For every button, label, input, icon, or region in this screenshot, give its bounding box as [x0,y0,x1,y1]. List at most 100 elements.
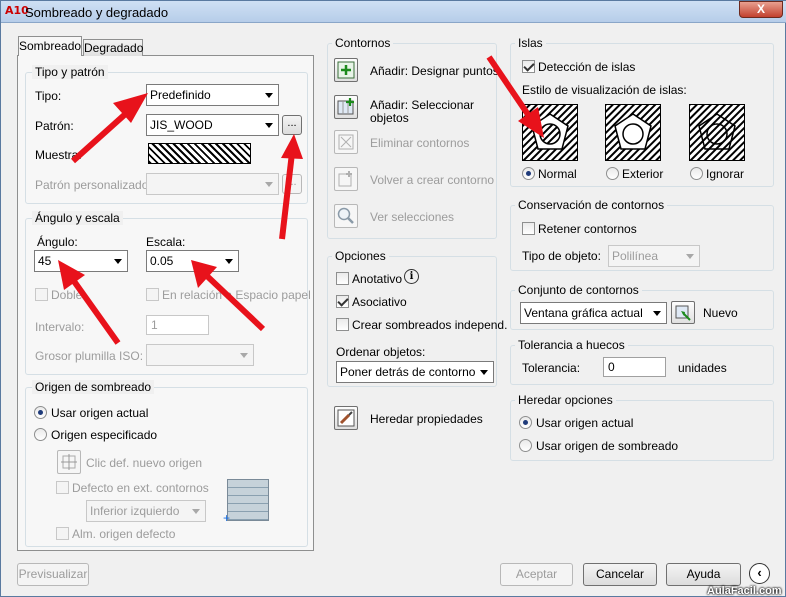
volver-crear-contorno-button[interactable] [334,167,358,191]
nuevo-conjunto-button[interactable] [671,301,695,324]
ordenar-objetos-dropdown[interactable]: Poner detrás de contorno [336,361,494,383]
chevron-down-icon [192,509,200,514]
chevron-down-icon [480,370,488,375]
origen-especificado-label: Origen especificado [51,428,158,442]
origen-legend: Origen de sombreado [32,380,155,394]
tab-sombreado[interactable]: Sombreado [18,36,82,56]
contornos-legend: Contornos [332,36,394,50]
escala-value: 0.05 [150,254,174,268]
grosor-plumilla-dropdown[interactable] [146,344,254,366]
relacion-espacio-papel-checkbox[interactable] [146,288,159,301]
clic-nuevo-origen-button[interactable] [57,450,81,474]
conjunto-legend: Conjunto de contornos [515,283,642,297]
tab-degradado[interactable]: Degradado [83,39,143,56]
opciones-legend: Opciones [332,249,389,263]
island-normal-radio[interactable] [522,167,535,180]
defecto-ext-contornos-checkbox[interactable] [56,481,69,494]
doble-label: Doble [51,288,83,302]
island-style-normal-preview[interactable] [522,104,578,161]
patron-label: Patrón: [35,119,74,133]
asociativo-checkbox[interactable] [336,295,349,308]
patron-browse-button[interactable]: ... [282,115,302,135]
cancelar-button[interactable]: Cancelar [583,563,657,586]
ignore-island-icon [689,104,745,161]
ver-selecciones-button[interactable] [334,204,358,228]
tab-sombreado-label: Sombreado [19,39,82,53]
add-pick-points-icon [337,61,355,79]
volver-crear-contorno-label: Volver a crear contorno [370,173,495,187]
collapse-options-button[interactable]: ‹ [749,563,770,584]
heredar-propiedades-label[interactable]: Heredar propiedades [370,412,483,426]
chevron-down-icon [653,311,661,316]
patron-personalizado-label: Patrón personalizado: [35,178,152,192]
conjunto-dropdown[interactable]: Ventana gráfica actual [520,302,667,324]
clic-nuevo-origen-label: Clic def. nuevo origen [86,456,203,470]
usar-origen-actual-radio[interactable] [34,406,47,419]
estilo-visualizacion-label: Estilo de visualización de islas: [522,83,687,97]
island-normal-label: Normal [538,167,577,181]
tolerancia-value: 0 [608,360,615,374]
eliminar-contornos-button[interactable] [334,130,358,154]
origin-pick-icon [61,454,77,470]
aceptar-label: Aceptar [515,567,558,581]
island-exterior-label: Exterior [622,167,664,181]
conjunto-value: Ventana gráfica actual [524,306,643,320]
exterior-island-icon [605,104,661,161]
tipo-objeto-dropdown[interactable]: Polilínea [608,245,700,267]
island-style-ignorar-preview[interactable] [689,104,745,161]
origen-especificado-radio[interactable] [34,428,47,441]
muestra-swatch[interactable] [148,143,251,164]
previsualizar-button[interactable]: Previsualizar [17,563,89,586]
ayuda-label: Ayuda [686,567,721,581]
add-select-objects-icon [337,98,354,115]
usar-origen-actual-label: Usar origen actual [51,406,149,420]
anadir-seleccionar-objetos-label[interactable]: Añadir: Seleccionar objetos [370,99,475,125]
remove-boundaries-icon [338,134,354,150]
muestra-label: Muestra: [35,148,82,162]
retener-contornos-checkbox[interactable] [522,222,535,235]
unidades-label: unidades [678,361,727,375]
tipo-objeto-label: Tipo de objeto: [522,249,601,263]
deteccion-islas-checkbox[interactable] [522,60,535,73]
inferior-izquierdo-dropdown[interactable]: Inferior izquierdo [86,500,206,522]
angulo-dropdown[interactable]: 45 [34,250,128,272]
anadir-designar-puntos-label[interactable]: Añadir: Designar puntos [370,64,499,78]
intervalo-value: 1 [151,318,158,332]
chevron-down-icon [225,259,233,264]
patron-personalizado-dropdown[interactable] [146,173,279,195]
crear-sombreados-independ-checkbox[interactable] [336,318,349,331]
anadir-seleccionar-objetos-button[interactable] [334,95,358,119]
heredar-usar-origen-actual-label: Usar origen actual [536,416,634,430]
ver-selecciones-label: Ver selecciones [370,210,455,224]
origin-preview-image [227,479,269,521]
intervalo-input[interactable]: 1 [146,315,209,335]
intervalo-label: Intervalo: [35,320,85,334]
asociativo-label: Asociativo [352,295,407,309]
window-title: Sombreado y degradado [25,5,169,20]
angulo-label: Ángulo: [37,235,78,249]
island-style-exterior-preview[interactable] [605,104,661,161]
anotativo-label: Anotativo [352,272,403,286]
alm-origen-defecto-checkbox[interactable] [56,527,69,540]
aceptar-button[interactable]: Aceptar [500,563,573,586]
heredar-propiedades-button[interactable] [334,406,358,430]
islas-legend: Islas [515,36,546,50]
island-exterior-radio[interactable] [606,167,619,180]
island-ignorar-radio[interactable] [690,167,703,180]
heredar-usar-origen-sombreado-radio[interactable] [519,439,532,452]
patron-personalizado-browse-button[interactable]: ... [282,174,302,194]
anadir-designar-puntos-button[interactable] [334,58,358,82]
chevron-down-icon [114,259,122,264]
doble-checkbox[interactable] [35,288,48,301]
patron-dropdown[interactable]: JIS_WOOD [146,114,279,136]
anotativo-checkbox[interactable] [336,272,349,285]
close-button[interactable]: X [739,1,783,18]
ayuda-button[interactable]: Ayuda [666,563,741,586]
escala-dropdown[interactable]: 0.05 [146,250,239,272]
tipo-patron-legend: Tipo y patrón [32,65,108,79]
tolerancia-input[interactable]: 0 [603,357,666,377]
heredar-usar-origen-actual-radio[interactable] [519,416,532,429]
info-icon[interactable]: i [404,269,419,284]
crear-sombreados-independ-label: Crear sombreados independ. [352,318,508,332]
tipo-dropdown[interactable]: Predefinido [146,84,279,106]
